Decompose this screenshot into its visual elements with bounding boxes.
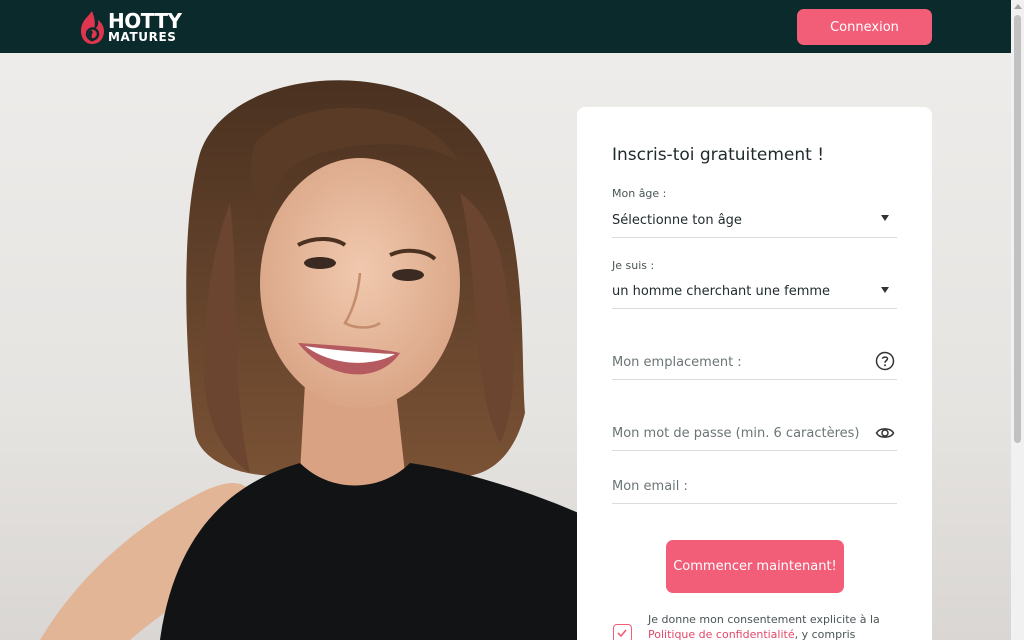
- email-input[interactable]: Mon email :: [612, 473, 897, 504]
- age-value: Sélectionne ton âge: [612, 213, 742, 228]
- password-input[interactable]: Mon mot de passe (min. 6 caractères): [612, 417, 897, 451]
- logo-text-top: HOTTY: [108, 9, 182, 33]
- caret-down-icon: [881, 287, 889, 293]
- email-placeholder: Mon email :: [612, 479, 688, 494]
- question-circle-icon[interactable]: [875, 351, 895, 371]
- scrollbar-thumb[interactable]: [1014, 15, 1021, 443]
- gender-value: un homme cherchant une femme: [612, 284, 831, 299]
- logo[interactable]: HOTTY MATURES: [78, 9, 182, 45]
- eye-icon[interactable]: [875, 423, 895, 443]
- signup-title: Inscris-toi gratuitement !: [612, 145, 825, 165]
- top-header: HOTTY MATURES Connexion: [0, 0, 1011, 53]
- caret-down-icon: [881, 215, 889, 221]
- checkbox-icon: [617, 629, 627, 638]
- logo-text-bottom: MATURES: [108, 30, 177, 44]
- gender-label: Je suis :: [612, 259, 655, 272]
- hero-photo: [40, 80, 600, 640]
- scroll-up-arrow-icon[interactable]: [1014, 4, 1022, 9]
- age-select[interactable]: Mon âge : Sélectionne ton âge: [612, 187, 897, 238]
- consent-text-before: Je donne mon consentement explicite à la: [648, 613, 880, 626]
- privacy-policy-link[interactable]: Politique de confidentialité: [648, 628, 795, 640]
- login-button[interactable]: Connexion: [797, 9, 932, 45]
- location-input[interactable]: Mon emplacement :: [612, 347, 897, 380]
- gender-select[interactable]: Je suis : un homme cherchant une femme: [612, 259, 897, 309]
- consent-checkbox[interactable]: [613, 624, 632, 640]
- logo-text: HOTTY MATURES: [108, 9, 182, 44]
- vertical-scrollbar[interactable]: [1011, 0, 1024, 640]
- location-placeholder: Mon emplacement :: [612, 355, 742, 370]
- age-label: Mon âge :: [612, 187, 667, 200]
- password-placeholder: Mon mot de passe (min. 6 caractères): [612, 426, 860, 441]
- start-now-button[interactable]: Commencer maintenant!: [666, 540, 844, 593]
- signup-card: Inscris-toi gratuitement ! Mon âge : Sél…: [577, 107, 932, 640]
- consent-text: Je donne mon consentement explicite à la…: [648, 612, 908, 640]
- flame-icon: [81, 11, 104, 44]
